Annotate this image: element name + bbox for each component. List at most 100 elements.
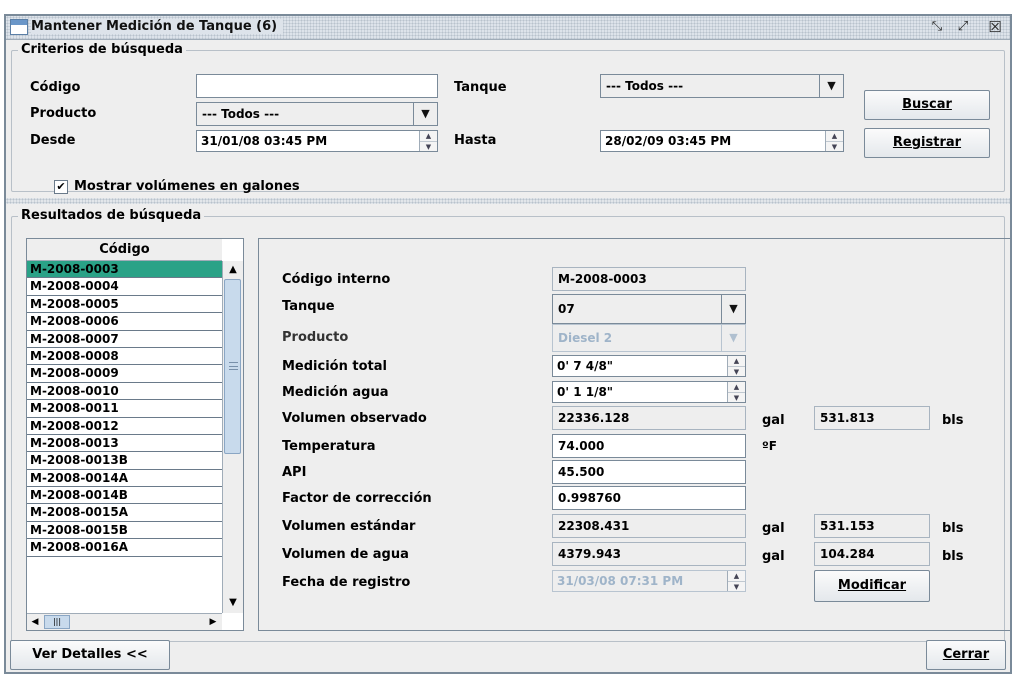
scroll-right-icon[interactable]: ▶ <box>205 614 221 630</box>
scroll-left-icon[interactable]: ◀ <box>27 614 43 630</box>
list-item[interactable]: M-2008-0004 <box>27 278 222 296</box>
list-item[interactable]: M-2008-0003 <box>27 261 222 279</box>
ver-detalles-label: Ver Detalles << <box>32 647 148 662</box>
codigo-column-header[interactable]: Código <box>27 239 222 261</box>
cerrar-button[interactable]: Cerrar <box>926 640 1006 670</box>
results-rows[interactable]: M-2008-0003 M-2008-0004 M-2008-0005 M-2008-… <box>27 261 222 613</box>
window-icon <box>10 19 28 35</box>
tanque-detail-select[interactable]: 07 ▼ <box>552 294 746 324</box>
spinner-buttons[interactable]: ▲ ▼ <box>419 131 437 151</box>
volumen-observado-bls-field: 531.813 <box>814 406 930 430</box>
list-item[interactable]: M-2008-0008 <box>27 348 222 366</box>
chevron-down-icon: ▼ <box>413 103 437 125</box>
list-item[interactable]: M-2008-0015A <box>27 504 222 522</box>
producto-search-value: --- Todos --- <box>202 107 280 121</box>
spin-up-icon[interactable]: ▲ <box>420 131 437 141</box>
search-criteria-legend: Criterios de búsqueda <box>18 42 186 57</box>
scroll-thumb[interactable] <box>224 279 241 454</box>
list-item[interactable]: M-2008-0012 <box>27 418 222 435</box>
chevron-down-icon: ▼ <box>721 295 745 323</box>
maximize-icon[interactable]: ⤢ <box>954 19 972 37</box>
search-criteria-group: Criterios de búsqueda <box>11 42 1005 192</box>
spin-down-icon[interactable]: ▼ <box>728 392 745 402</box>
volumen-estandar-bls-field: 531.153 <box>814 514 930 538</box>
spinner-buttons[interactable]: ▲ ▼ <box>727 382 745 402</box>
codigo-interno-label: Código interno <box>282 272 391 287</box>
internal-frame-window: Mantener Medición de Tanque (6) ⤡ ⤢ ☒ Cr… <box>4 14 1012 674</box>
list-item[interactable]: M-2008-0010 <box>27 383 222 401</box>
spin-up-icon[interactable]: ▲ <box>826 131 843 141</box>
spin-down-icon[interactable]: ▼ <box>826 141 843 151</box>
medicion-agua-spinner[interactable]: 0' 1 1/8" ▲ ▼ <box>552 381 746 403</box>
desde-date-spinner[interactable]: 31/01/08 03:45 PM ▲ ▼ <box>196 130 438 152</box>
medicion-total-spinner[interactable]: 0' 7 4/8" ▲ ▼ <box>552 355 746 377</box>
spin-up-icon[interactable]: ▲ <box>728 356 745 366</box>
close-icon[interactable]: ☒ <box>986 19 1004 37</box>
hasta-label: Hasta <box>454 133 497 148</box>
list-item[interactable]: M-2008-0005 <box>27 296 222 314</box>
volumen-observado-field: 22336.128 <box>552 406 746 430</box>
spinner-buttons[interactable]: ▲ ▼ <box>727 356 745 376</box>
list-item[interactable]: M-2008-0013B <box>27 452 222 470</box>
registrar-button[interactable]: Registrar <box>864 128 990 158</box>
producto-search-select[interactable]: --- Todos --- ▼ <box>196 102 438 126</box>
desde-label: Desde <box>30 133 76 148</box>
volumen-agua-bls-field: 104.284 <box>814 542 930 566</box>
scroll-down-icon[interactable]: ▼ <box>223 594 243 612</box>
spinner-buttons[interactable]: ▲ ▼ <box>825 131 843 151</box>
galones-label[interactable]: Mostrar volúmenes en galones <box>74 179 300 194</box>
medicion-agua-value: 0' 1 1/8" <box>557 385 614 399</box>
tanque-label: Tanque <box>454 80 507 95</box>
factor-correccion-input[interactable]: 0.998760 <box>552 486 746 510</box>
volumen-estandar-gal-unit: gal <box>762 521 785 536</box>
buscar-label: Buscar <box>902 97 952 112</box>
list-item[interactable]: M-2008-0015B <box>27 522 222 540</box>
temperatura-label: Temperatura <box>282 439 376 454</box>
spin-up-icon[interactable]: ▲ <box>728 382 745 392</box>
hscroll-thumb[interactable]: ||| <box>44 615 70 629</box>
volumen-agua-gal-unit: gal <box>762 549 785 564</box>
vertical-scrollbar[interactable]: ▲ ▼ <box>222 261 243 613</box>
minimize-icon[interactable]: ⤡ <box>928 19 946 37</box>
volumen-agua-field: 4379.943 <box>552 542 746 566</box>
galones-checkbox[interactable]: ✔ <box>54 180 68 194</box>
fecha-registro-spinner: 31/03/08 07:31 PM ▲ ▼ <box>552 570 746 592</box>
horizontal-scrollbar[interactable]: ◀ ||| ▶ <box>27 613 222 630</box>
medicion-agua-label: Medición agua <box>282 385 389 400</box>
volumen-observado-bls-unit: bls <box>942 413 964 428</box>
tanque-search-select[interactable]: --- Todos --- ▼ <box>600 74 844 98</box>
temperatura-unit: ºF <box>762 439 777 453</box>
volumen-estandar-bls-unit: bls <box>942 521 964 536</box>
results-list[interactable]: Código M-2008-0003 M-2008-0004 M-2008-0005… <box>26 238 244 631</box>
split-divider[interactable] <box>6 198 1010 204</box>
list-item[interactable]: M-2008-0007 <box>27 331 222 348</box>
list-item[interactable]: M-2008-0006 <box>27 313 222 331</box>
ver-detalles-button[interactable]: Ver Detalles << <box>10 640 170 670</box>
list-item[interactable]: M-2008-0014A <box>27 470 222 488</box>
api-input[interactable]: 45.500 <box>552 460 746 484</box>
fecha-registro-label: Fecha de registro <box>282 575 411 590</box>
scroll-up-icon[interactable]: ▲ <box>223 261 243 279</box>
list-item[interactable]: M-2008-0011 <box>27 400 222 418</box>
list-item[interactable]: M-2008-0013 <box>27 435 222 453</box>
volumen-observado-label: Volumen observado <box>282 411 427 426</box>
codigo-label: Código <box>30 80 81 95</box>
list-item[interactable]: M-2008-0014B <box>27 487 222 505</box>
buscar-button[interactable]: Buscar <box>864 90 990 120</box>
volumen-agua-bls-unit: bls <box>942 549 964 564</box>
hasta-value: 28/02/09 03:45 PM <box>605 134 732 148</box>
desde-value: 31/01/08 03:45 PM <box>201 134 328 148</box>
spin-down-icon[interactable]: ▼ <box>728 366 745 376</box>
list-item[interactable]: M-2008-0016A <box>27 539 222 557</box>
title-bar[interactable]: Mantener Medición de Tanque (6) ⤡ ⤢ ☒ <box>6 16 1010 40</box>
temperatura-input[interactable]: 74.000 <box>552 434 746 458</box>
list-item[interactable]: M-2008-0009 <box>27 365 222 383</box>
volumen-estandar-label: Volumen estándar <box>282 519 416 534</box>
codigo-search-input[interactable] <box>196 74 438 98</box>
chevron-down-icon: ▼ <box>819 75 843 97</box>
modificar-button[interactable]: Modificar <box>814 570 930 602</box>
registrar-label: Registrar <box>892 135 962 150</box>
spin-down-icon[interactable]: ▼ <box>420 141 437 151</box>
producto-label: Producto <box>30 106 97 121</box>
hasta-date-spinner[interactable]: 28/02/09 03:45 PM ▲ ▼ <box>600 130 844 152</box>
